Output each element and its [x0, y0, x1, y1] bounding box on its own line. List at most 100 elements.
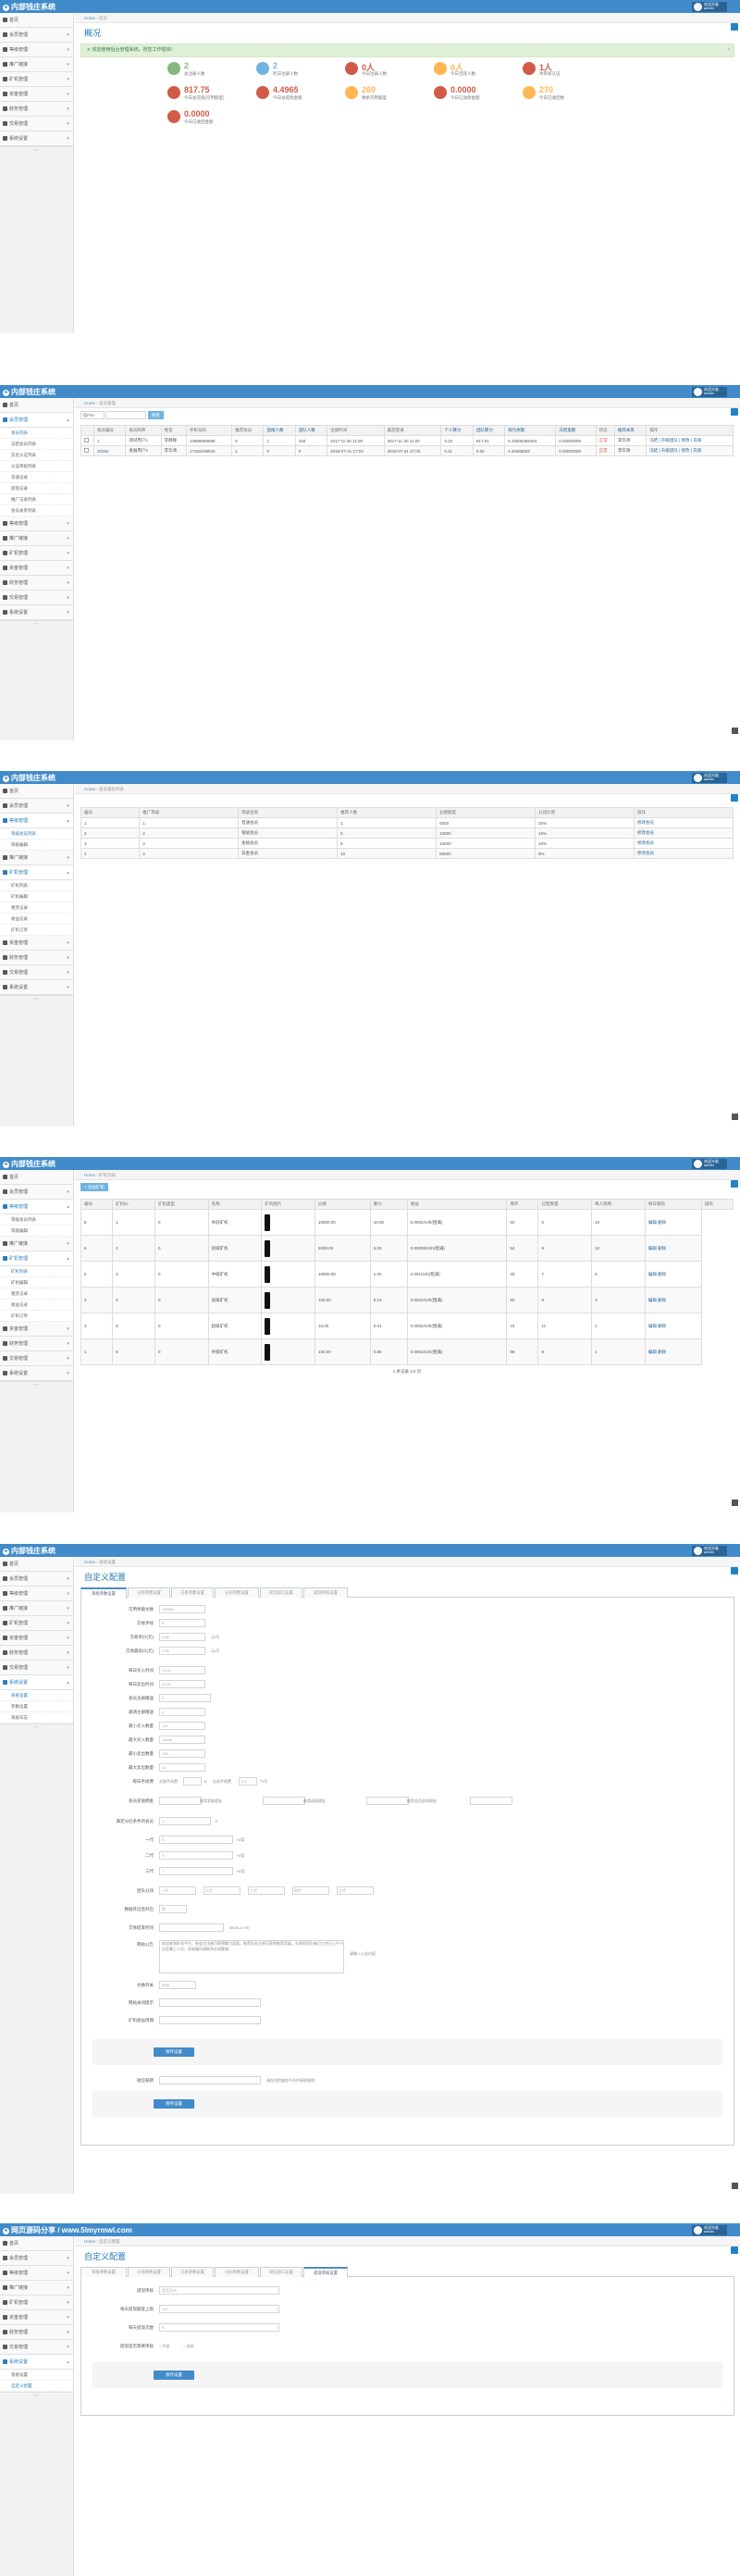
sidebar-item-members[interactable]: 会员管理 ▴ [0, 413, 73, 428]
sidebar-item-finance[interactable]: 财务管理 ▾ [0, 102, 73, 117]
settings-toggle-button[interactable] [731, 23, 738, 31]
sidebar-item-promo[interactable]: 推广链接 ▾ [0, 57, 73, 72]
sidebar-item-levels[interactable]: 等级管理 ▾ [0, 2266, 73, 2281]
action-link[interactable]: 冻结 | 升级团队 | 修改 | 充值 [646, 435, 734, 446]
breadcrumb-home[interactable]: Home [84, 1173, 95, 1177]
sidebar-item-funds[interactable]: 资金管理 ▾ [0, 936, 73, 951]
sidebar-item-finance[interactable]: 财务管理 ▾ [0, 1646, 73, 1661]
radio-icon[interactable]: ○ [159, 2344, 161, 2348]
radio-icon[interactable]: ○ [183, 2344, 185, 2348]
sidebar-subitem[interactable]: 参数设置 [0, 1701, 73, 1712]
user-menu[interactable]: 欢迎光临 admin [692, 2225, 727, 2235]
sidebar-subitem[interactable]: 系统日志 [0, 1712, 73, 1724]
add-miner-button[interactable]: + 添加矿机 [80, 1183, 108, 1191]
config-tab[interactable]: 分销参数设置 [128, 1587, 170, 1598]
settings-toggle-button[interactable] [731, 408, 738, 416]
sidebar-subitem[interactable]: 冻结会员列表 [0, 439, 73, 450]
sidebar-item-system[interactable]: 系统设置 ▴ [0, 2355, 73, 2370]
sidebar-subitem[interactable]: 系统设置 [0, 2370, 73, 2381]
sidebar-subitem[interactable]: 会员列表 [0, 428, 73, 439]
action-link[interactable]: 编辑 删除 [644, 1261, 702, 1288]
form-input[interactable]: 100 [159, 1722, 205, 1730]
sidebar-item-miners[interactable]: 矿机管理 ▾ [0, 1616, 73, 1631]
action-link[interactable]: 编辑 删除 [644, 1235, 702, 1262]
sidebar-subitem[interactable]: 认证审核列表 [0, 461, 73, 472]
sidebar-subitem[interactable]: 矿机编辑 [0, 891, 73, 902]
row-checkbox[interactable] [80, 435, 95, 446]
action-link[interactable]: 编辑 删除 [644, 1313, 702, 1339]
sidebar-item-members[interactable]: 会员管理 ▾ [0, 1185, 73, 1200]
sidebar-item-trade[interactable]: 交易管理 ▾ [0, 591, 73, 605]
config-tab[interactable]: 分润参数设置 [215, 1587, 259, 1598]
form-input[interactable]: 5 [159, 1619, 205, 1627]
settings-toggle-button[interactable] [731, 1567, 738, 1574]
save-button[interactable]: 保存设置 [154, 2371, 194, 2380]
form-input[interactable]: 100 [159, 2305, 279, 2313]
sidebar-item-trade[interactable]: 交易管理 ▾ [0, 1351, 73, 1366]
user-menu[interactable]: 欢迎光临 admin [692, 387, 727, 397]
sidebar-item-home[interactable]: 首页 [0, 398, 73, 413]
form-input[interactable]: 关闭 [159, 1981, 196, 1989]
sidebar-item-finance[interactable]: 财务管理 ▾ [0, 576, 73, 591]
sidebar-item-trade[interactable]: 交易管理 ▾ [0, 965, 73, 980]
quad-input[interactable] [159, 1797, 202, 1805]
fee-input[interactable] [183, 1777, 202, 1786]
sidebar-subitem[interactable]: 实名认证列表 [0, 450, 73, 461]
config-tab[interactable]: 短信接口设置 [260, 1587, 302, 1598]
row-checkbox[interactable] [80, 445, 95, 456]
sidebar-item-members[interactable]: 会员管理 ▾ [0, 28, 73, 43]
sidebar-subitem[interactable]: 矿机列表 [0, 880, 73, 891]
breadcrumb-home[interactable]: Home [84, 1560, 95, 1564]
sidebar-item-members[interactable]: 会员管理 ▾ [0, 1572, 73, 1587]
scroll-top-button[interactable] [732, 1500, 738, 1506]
sidebar-item-system[interactable]: 系统设置 ▾ [0, 980, 73, 995]
sidebar-subitem[interactable]: 等级会员列表 [0, 828, 73, 840]
brand[interactable]: ♣ 内部钱庄系统 [3, 773, 56, 783]
action-link[interactable]: 编辑 删除 [644, 1209, 702, 1236]
fee-value-input[interactable]: 0.5 [239, 1777, 257, 1786]
scroll-top-button[interactable] [732, 728, 738, 734]
sidebar-item-miners[interactable]: 矿机管理 ▴ [0, 1251, 73, 1266]
close-icon[interactable]: × [727, 44, 730, 56]
sidebar-collapse-button[interactable]: « » [0, 1381, 73, 1387]
sidebar-subitem[interactable]: 系统设置 [0, 1690, 73, 1701]
user-menu[interactable]: 欢迎光临 admin [692, 1159, 727, 1169]
sidebar-item-home[interactable]: 首页 [0, 1557, 73, 1572]
breadcrumb-home[interactable]: Home [84, 16, 95, 20]
form-input[interactable]: 22:00 [159, 1680, 205, 1688]
form-input[interactable]: 100 [159, 1749, 205, 1758]
action-link[interactable]: 修改会员 [633, 828, 734, 839]
quad-input[interactable] [263, 1797, 305, 1805]
settings-toggle-button[interactable] [731, 2246, 738, 2254]
search-input[interactable] [105, 411, 147, 419]
sidebar-item-promo[interactable]: 推广链接 ▾ [0, 851, 73, 865]
sidebar-item-promo[interactable]: 推广链接 ▾ [0, 2281, 73, 2296]
config-tab[interactable]: 分销参数设置 [128, 2267, 170, 2277]
sidebar-item-trade[interactable]: 交易管理 ▾ [0, 117, 73, 131]
sidebar-item-funds[interactable]: 资金管理 ▾ [0, 1631, 73, 1646]
user-menu[interactable]: 欢迎光临 admin [692, 2, 727, 12]
sidebar-item-levels[interactable]: 等级管理 ▾ [0, 516, 73, 531]
sidebar-collapse-button[interactable]: « » [0, 2392, 73, 2397]
sidebar-item-finance[interactable]: 财务管理 ▾ [0, 1337, 73, 1351]
sidebar-subitem[interactable]: 提现记录 [0, 483, 73, 494]
sidebar-subitem[interactable]: 矿机订单 [0, 1311, 73, 1322]
sidebar-item-levels[interactable]: 等级管理 ▾ [0, 1587, 73, 1601]
sidebar-subitem[interactable]: 矿机编辑 [0, 1277, 73, 1288]
checkbox-icon[interactable] [84, 438, 89, 442]
form-input[interactable]: 3 [159, 1851, 233, 1860]
form-input[interactable]: 100000 [159, 1605, 205, 1613]
form-input[interactable]: 是否开启 [159, 2286, 279, 2295]
sidebar-subitem[interactable]: 会员关系列表 [0, 505, 73, 516]
notice-textarea[interactable]: 欢迎来到矿机平台，新会员注册可获得算力奖励，推荐好友注册可获得推荐奖励。交易时间… [159, 1940, 344, 1973]
form-input[interactable]: 0.85 [159, 1647, 205, 1655]
search-button[interactable]: 搜索 [147, 411, 164, 419]
sidebar-item-funds[interactable]: 资金管理 ▾ [0, 1322, 73, 1337]
form-input[interactable] [159, 1998, 261, 2007]
sidebar-item-miners[interactable]: 矿机管理 ▴ [0, 865, 73, 880]
sidebar-item-trade[interactable]: 交易管理 ▾ [0, 2340, 73, 2355]
search-field-select[interactable]: 用户ID [80, 411, 105, 419]
quad-input[interactable] [470, 1797, 512, 1805]
sidebar-subitem[interactable]: 等级会员列表 [0, 1214, 73, 1226]
quad-input[interactable] [366, 1797, 409, 1805]
